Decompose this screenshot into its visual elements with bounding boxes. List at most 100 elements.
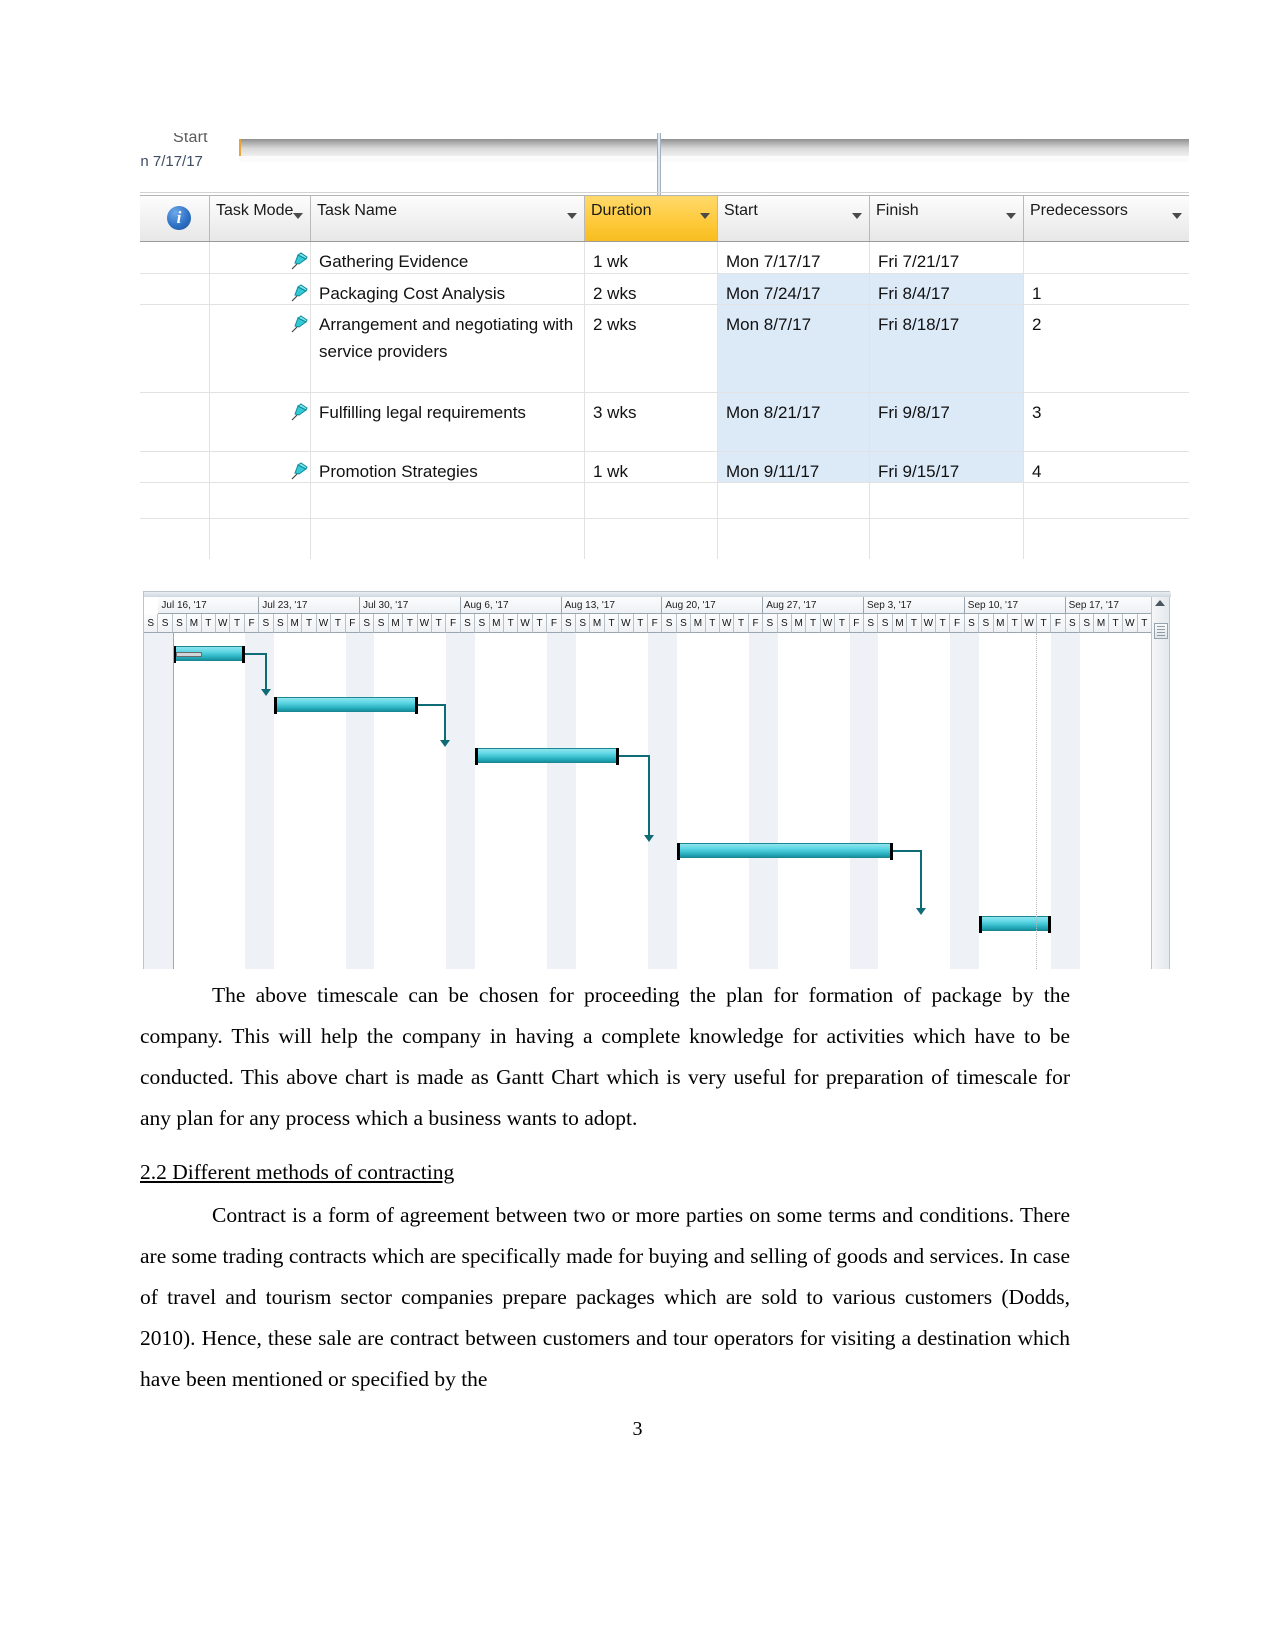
gantt-weekend-column [648, 633, 663, 969]
table-row[interactable] [140, 483, 1189, 519]
chevron-down-icon[interactable] [1006, 213, 1016, 219]
scroll-grip[interactable] [1154, 623, 1168, 639]
gantt-day-cell: W [619, 614, 634, 633]
cell-task-mode[interactable] [210, 242, 311, 273]
cell-predecessors[interactable] [1024, 483, 1189, 518]
chevron-down-icon[interactable] [700, 213, 710, 219]
gantt-day-cell: F [950, 614, 965, 633]
gantt-day-cell: M [590, 614, 605, 633]
gantt-day-cell: F [748, 614, 764, 633]
gantt-day-cell: T [806, 614, 821, 633]
gantt-bar-task-2[interactable] [273, 697, 418, 714]
gantt-weekend-column [561, 633, 576, 969]
table-row[interactable]: Arrangement and negotiating with service… [140, 305, 1189, 393]
cell-predecessors[interactable] [1024, 242, 1189, 273]
gantt-week-label: Aug 6, '17 [460, 597, 562, 614]
cell-start[interactable]: Mon 7/24/17 [718, 274, 870, 304]
cell-duration[interactable]: 3 wks [585, 393, 718, 451]
cell-task-mode[interactable] [210, 519, 311, 559]
cell-finish[interactable]: Fri 8/18/17 [870, 305, 1024, 392]
scroll-up-icon[interactable] [1155, 600, 1165, 606]
column-label-finish: Finish [876, 202, 919, 219]
gantt-day-cell: T [532, 614, 548, 633]
gantt-bar-task-3[interactable] [475, 748, 620, 765]
table-row[interactable]: Promotion Strategies 1 wk Mon 9/11/17 Fr… [140, 452, 1189, 483]
cell-duration[interactable]: 2 wks [585, 305, 718, 392]
cell-task-name[interactable]: Packaging Cost Analysis [311, 274, 585, 304]
cell-task-name[interactable] [311, 519, 585, 559]
cell-info[interactable] [140, 452, 210, 482]
gantt-day-cell: T [705, 614, 720, 633]
column-header-finish[interactable]: Finish [870, 196, 1024, 241]
cell-info[interactable] [140, 274, 210, 304]
cell-task-name[interactable]: Gathering Evidence [311, 242, 585, 273]
cell-info[interactable] [140, 483, 210, 518]
cell-info[interactable] [140, 393, 210, 451]
cell-finish[interactable]: Fri 9/15/17 [870, 452, 1024, 482]
cell-duration[interactable]: 1 wk [585, 242, 718, 273]
gantt-week-header: Jul 16, '17 Jul 23, '17 Jul 30, '17 Aug … [144, 597, 1167, 614]
gantt-day-cell: S [878, 614, 893, 633]
column-header-duration[interactable]: Duration [585, 196, 718, 241]
manual-pin-icon [291, 462, 308, 480]
cell-start[interactable] [718, 483, 870, 518]
cell-start[interactable]: Mon 8/21/17 [718, 393, 870, 451]
gantt-bar-task-5[interactable] [979, 916, 1052, 933]
column-header-info[interactable]: i [140, 196, 210, 241]
cell-task-name[interactable] [311, 483, 585, 518]
cell-finish[interactable] [870, 519, 1024, 559]
cell-predecessors[interactable]: 2 [1024, 305, 1189, 392]
cell-predecessors[interactable]: 4 [1024, 452, 1189, 482]
cell-start[interactable]: Mon 8/7/17 [718, 305, 870, 392]
table-row[interactable]: Packaging Cost Analysis 2 wks Mon 7/24/1… [140, 274, 1189, 305]
cell-finish[interactable]: Fri 8/4/17 [870, 274, 1024, 304]
cell-task-mode[interactable] [210, 452, 311, 482]
chevron-down-icon[interactable] [293, 213, 303, 219]
cell-task-mode[interactable] [210, 483, 311, 518]
gantt-day-cell: S [864, 614, 879, 633]
cell-start[interactable]: Mon 9/11/17 [718, 452, 870, 482]
column-header-task-name[interactable]: Task Name [311, 196, 585, 241]
gantt-day-cell: T [1137, 614, 1152, 633]
gantt-vertical-scrollbar[interactable] [1151, 597, 1169, 969]
cell-duration[interactable] [585, 519, 718, 559]
cell-finish[interactable]: Fri 7/21/17 [870, 242, 1024, 273]
chevron-down-icon[interactable] [567, 213, 577, 219]
cell-task-name[interactable]: Promotion Strategies [311, 452, 585, 482]
cell-predecessors[interactable]: 1 [1024, 274, 1189, 304]
cell-predecessors[interactable] [1024, 519, 1189, 559]
gantt-link-3b [648, 755, 650, 837]
cell-duration[interactable]: 1 wk [585, 452, 718, 482]
cell-task-name[interactable]: Fulfilling legal requirements [311, 393, 585, 451]
manual-pin-icon [291, 315, 308, 333]
cell-finish[interactable] [870, 483, 1024, 518]
table-row[interactable] [140, 519, 1189, 559]
cell-task-mode[interactable] [210, 274, 311, 304]
column-header-start[interactable]: Start [718, 196, 870, 241]
gantt-day-cell: W [1123, 614, 1138, 633]
chevron-down-icon[interactable] [1172, 213, 1182, 219]
gantt-day-cell: W [216, 614, 231, 633]
chevron-down-icon[interactable] [852, 213, 862, 219]
cell-info[interactable] [140, 305, 210, 392]
table-row[interactable]: Fulfilling legal requirements 3 wks Mon … [140, 393, 1189, 452]
project-timeline-strip: Start on 7/17/17 [140, 133, 1189, 195]
column-header-predecessors[interactable]: Predecessors [1024, 196, 1189, 241]
table-row[interactable]: Gathering Evidence 1 wk Mon 7/17/17 Fri … [140, 242, 1189, 274]
cell-info[interactable] [140, 519, 210, 559]
cell-finish[interactable]: Fri 9/8/17 [870, 393, 1024, 451]
cell-duration[interactable]: 2 wks [585, 274, 718, 304]
cell-start[interactable]: Mon 7/17/17 [718, 242, 870, 273]
cell-start[interactable] [718, 519, 870, 559]
cell-task-name[interactable]: Arrangement and negotiating with service… [311, 305, 585, 392]
cell-duration[interactable] [585, 483, 718, 518]
gantt-day-cell: S [360, 614, 375, 633]
column-header-task-mode[interactable]: Task Mode [210, 196, 311, 241]
gantt-bar-task-1[interactable] [172, 646, 245, 663]
cell-info[interactable] [140, 242, 210, 273]
cell-predecessors[interactable]: 3 [1024, 393, 1189, 451]
cell-task-mode[interactable] [210, 305, 311, 392]
gantt-bar-task-4[interactable] [676, 843, 893, 860]
gantt-week-label: Jul 30, '17 [360, 597, 461, 614]
cell-task-mode[interactable] [210, 393, 311, 451]
